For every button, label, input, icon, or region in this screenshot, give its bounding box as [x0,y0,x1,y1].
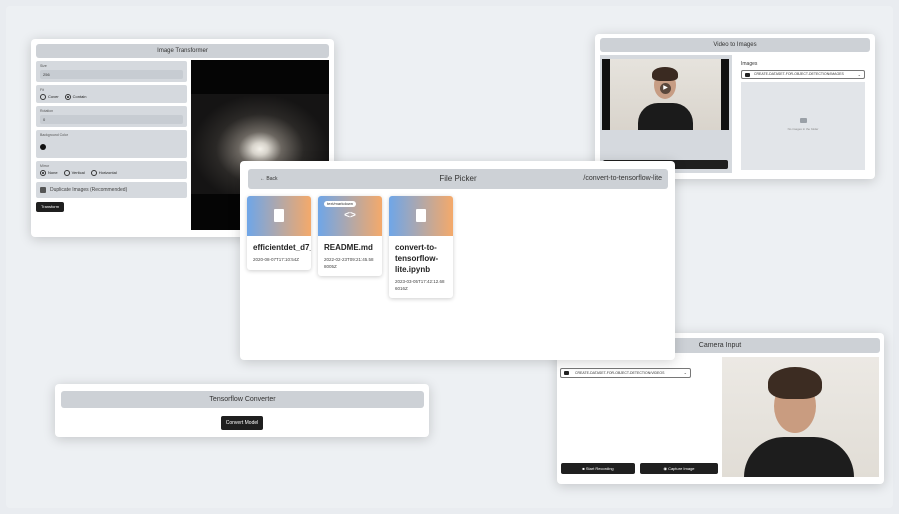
file-card[interactable]: efficientdet_d7_1 2020-08-07T17:10:54Z [247,196,311,270]
file-date: 2022-02-23T09:21:45.588005Z [324,257,374,269]
fit-option-cover[interactable]: Cover [40,94,59,100]
code-icon: <> [344,210,356,221]
camera-feed [722,357,879,477]
convert-model-button[interactable]: Convert Model [221,416,263,430]
rotation-input[interactable]: 0 [40,115,183,124]
tensorflow-converter-window: Tensorflow Converter Convert Model [55,384,429,437]
document-icon [274,209,284,222]
fit-label: Fit [40,88,44,92]
mirror-option-none[interactable]: None [40,170,58,176]
start-recording-button[interactable]: ■ Start Recording [561,463,635,474]
radio-selected-icon [64,94,71,100]
rotation-label: Rotation [40,109,54,113]
size-group: Size 256 [36,61,187,82]
folder-icon [745,73,750,77]
image-transformer-title: Image Transformer [36,44,329,58]
current-path: /convert-to-tensorflow-lite [583,175,662,182]
file-name: convert-to-tensorflow-lite.ipynb [395,243,439,274]
checkbox-checked-icon [40,187,46,193]
radio-selected-icon [40,170,46,176]
mirror-option-vertical[interactable]: Vertical [63,170,85,176]
chevron-down-icon: ⌄ [683,370,687,375]
file-thumbnail [389,196,453,236]
video-player[interactable]: ▶ [602,59,729,130]
radio-icon [90,170,97,176]
file-thumbnail [247,196,311,236]
mime-type-badge: text/markdown [324,201,357,207]
tensorflow-converter-title: Tensorflow Converter [61,391,424,408]
file-thumbnail: text/markdown <> [318,196,382,236]
empty-message: No images in the folder [787,127,819,131]
images-empty-state: No images in the folder [741,82,865,170]
back-button[interactable]: ← Back [260,169,278,189]
images-label: Images [741,61,758,67]
capture-image-button[interactable]: ◉ Capture Image [640,463,718,474]
file-date: 2023-03-05T17:42:12.686016Z [395,279,445,291]
duplicate-images-label: Duplicate Images (Recommended) [50,187,128,193]
fit-group: Fit Cover Contain [36,85,187,103]
person-body [638,103,693,130]
file-picker-window: File Picker ← Back /convert-to-tensorflo… [240,161,675,360]
videos-folder-select[interactable]: CREATE-DATASET-FOR-OBJECT-DETECTION/VIDE… [560,368,691,378]
folder-icon [564,371,569,375]
radio-icon [40,94,46,100]
mirror-group: Mirror None Vertical Horizontal [36,161,187,179]
duplicate-images-checkbox[interactable]: Duplicate Images (Recommended) [36,182,187,198]
file-date: 2020-08-07T17:10:54Z [253,257,300,262]
person-hair [768,367,822,399]
file-name: efficientdet_d7_1 [253,243,311,252]
fit-option-contain[interactable]: Contain [64,94,86,100]
size-input[interactable]: 256 [40,70,183,79]
mirror-option-horizontal[interactable]: Horizontal [90,170,117,176]
mirror-label: Mirror [40,164,50,168]
person-body [744,437,854,477]
file-card[interactable]: convert-to-tensorflow-lite.ipynb 2023-03… [389,196,453,298]
document-icon [416,209,426,222]
file-card[interactable]: text/markdown <> README.md 2022-02-23T09… [318,196,382,276]
images-folder-select[interactable]: CREATE-DATASET-FOR-OBJECT-DETECTION/IMAG… [741,70,865,79]
transform-button[interactable]: Transform [36,202,64,212]
background-color-swatch[interactable] [40,144,46,150]
chevron-down-icon: ⌄ [857,72,861,77]
background-color-group: Background Color [36,130,187,158]
video-to-images-title: Video to Images [600,38,870,52]
transformer-form: Size 256 Fit Cover Contain Rotation 0 Ba… [36,61,187,201]
folder-icon [799,118,807,123]
person-hair [652,67,678,81]
radio-icon [63,170,70,176]
background-color-label: Background Color [40,133,69,137]
rotation-group: Rotation 0 [36,106,187,127]
file-picker-header: File Picker ← Back /convert-to-tensorflo… [248,169,668,189]
file-name: README.md [324,243,373,252]
size-label: Size [40,64,47,68]
play-icon[interactable]: ▶ [660,83,671,94]
